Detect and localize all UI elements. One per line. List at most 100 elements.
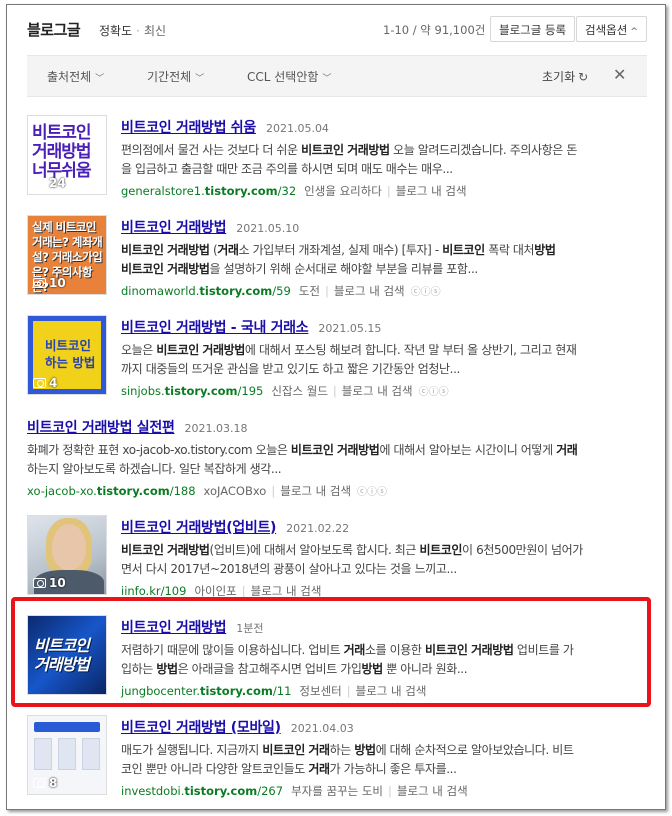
- result-item: 실제 비트코인 거래는? 계좌개설? 거래소가입은? 주의사항은? 10 비트코…: [27, 215, 649, 303]
- result-thumbnail[interactable]: 실제 비트코인 거래는? 계좌개설? 거래소가입은? 주의사항은? 10: [27, 215, 107, 295]
- image-count-badge: 10: [33, 576, 66, 590]
- ccl-license-icon: ⓒⓘⓢ: [410, 287, 441, 298]
- result-meta: generalstore1.tistory.com/32 인생을 요리하다 | 블로그…: [121, 184, 467, 198]
- ccl-license-icon: ⓒⓘⓢ: [357, 487, 388, 498]
- chevron-down-icon: ﹀: [195, 74, 205, 84]
- result-url[interactable]: sinjobs.tistory.com/195: [121, 384, 263, 398]
- result-meta: investdobi.tistory.com/267 부자를 꿈꾸는 도비 | 블로그…: [121, 784, 468, 798]
- sort-options: 정확도 · 최신: [99, 22, 166, 39]
- desc-line: 코인 뿐만 아니라 다양한 알트코인들도 거래가 가능하니 좋은 투자를...: [121, 762, 457, 776]
- result-thumbnail[interactable]: 10: [27, 515, 107, 595]
- filter-ccl-label: CCL 선택안함: [247, 70, 319, 84]
- filter-source[interactable]: 출처전체 ﹀: [47, 68, 104, 85]
- reset-label: 초기화: [542, 70, 576, 84]
- result-thumbnail[interactable]: 비트코인 하는 방법 4: [27, 315, 107, 395]
- result-description: 매도가 실행됩니다. 지금까지 비트코인 거래하는 방법에 대해 순차적으로 알…: [121, 741, 645, 779]
- result-url[interactable]: xo-jacob-xo.tistory.com/188: [27, 484, 196, 498]
- result-description: 오늘은 비트코인 거래방법에 대해서 포스팅 해보려 합니다. 작년 말 부터 …: [121, 341, 645, 379]
- desc-line: 비트코인 거래방법을 설명하기 위해 순서대로 해야할 부분을 리뷰를 포함..…: [121, 262, 478, 276]
- filter-period-label: 기간전체: [147, 70, 192, 84]
- image-count: 4: [49, 376, 58, 390]
- thumbnail-app-card: [82, 738, 100, 770]
- result-author[interactable]: 아이인포: [194, 584, 236, 598]
- thumbnail-app-card: [34, 738, 52, 770]
- result-title[interactable]: 비트코인 거래방법: [121, 220, 227, 236]
- result-title[interactable]: 비트코인 거래방법 (모바일): [121, 720, 281, 736]
- filter-period[interactable]: 기간전체 ﹀: [147, 68, 204, 85]
- camera-icon: [33, 778, 46, 788]
- desc-line: 면서 다시 2017년~2018년의 광풍이 살아나고 있다는 것을 느끼고..…: [121, 562, 457, 576]
- image-count: 8: [49, 776, 58, 790]
- person-face: [52, 524, 86, 570]
- result-item: 10 비트코인 거래방법(업비트) 2021.02.22 비트코인 거래방법(업비…: [27, 515, 649, 603]
- reset-button[interactable]: 초기화 ↻: [542, 68, 588, 85]
- result-title[interactable]: 비트코인 거래방법 쉬움: [121, 120, 256, 136]
- desc-line: 까지 대중들의 뜨거운 관심을 받고 있기도 하고 짧은 기간동안 엄청난...: [121, 362, 460, 376]
- result-url[interactable]: iinfo.kr/109: [121, 584, 186, 598]
- in-blog-search-link[interactable]: 블로그 내 검색: [251, 584, 322, 598]
- camera-icon: [33, 278, 46, 288]
- in-blog-search-link[interactable]: 블로그 내 검색: [397, 784, 468, 798]
- result-author[interactable]: 인생을 요리하다: [304, 184, 382, 198]
- camera-icon: [33, 378, 46, 388]
- result-thumbnail[interactable]: 비트코인 거래방법 너무쉬움 24: [27, 115, 107, 195]
- desc-line: 비트코인 거래방법(업비트)에 대해서 알아보도록 합시다. 최근 비트코인이 …: [121, 543, 583, 557]
- result-date: 2021.03.18: [184, 422, 248, 435]
- section-title: 블로그글: [27, 21, 81, 39]
- thumbnail-app-bar: [34, 722, 100, 732]
- in-blog-search-link[interactable]: 블로그 내 검색: [280, 484, 351, 498]
- desc-line: 화폐가 정확한 표현 xo-jacob-xo.tistory.com 오늘은 비…: [27, 443, 578, 457]
- desc-line: 편의점에서 물건 사는 것보다 더 쉬운 비트코인 거래방법 오늘 알려드리겠습…: [121, 143, 577, 157]
- result-meta: xo-jacob-xo.tistory.com/188 xoJACOBxo | 블로그…: [27, 484, 388, 498]
- camera-icon: [33, 178, 46, 188]
- in-blog-search-link[interactable]: 블로그 내 검색: [334, 284, 405, 298]
- desc-line: 을 입금하고 출금할 때만 조금 주의를 하시면 되며 매도 매수는 매우...: [121, 162, 453, 176]
- caret-up-icon: ^: [630, 27, 638, 37]
- register-blog-button[interactable]: 블로그글 등록: [490, 16, 576, 42]
- chevron-down-icon: ﹀: [95, 74, 105, 84]
- result-thumbnail[interactable]: 8: [27, 715, 107, 795]
- in-blog-search-link[interactable]: 블로그 내 검색: [342, 384, 413, 398]
- result-title[interactable]: 비트코인 거래방법 실전편: [27, 420, 175, 436]
- close-icon[interactable]: ✕: [613, 65, 626, 84]
- result-item: 8 비트코인 거래방법 (모바일) 2021.04.03 매도가 실행됩니다. 지…: [27, 715, 649, 803]
- thumbnail-caption: 비트코인 하는 방법: [45, 338, 96, 370]
- desc-line: 비트코인 거래방법 (거래소 가입부터 개좌계설, 실제 매수) [투자] - …: [121, 243, 556, 257]
- result-count: 1-10 / 약 91,100건: [383, 23, 486, 37]
- result-author[interactable]: 부자를 꿈꾸는 도비: [291, 784, 383, 798]
- result-item: 비트코인 하는 방법 4 비트코인 거래방법 - 국내 거래소 2021.05.1…: [27, 315, 649, 403]
- result-date: 2021.05.04: [265, 122, 329, 135]
- sort-recent[interactable]: 최신: [144, 24, 166, 38]
- highlight-box: [11, 597, 651, 707]
- result-title[interactable]: 비트코인 거래방법 - 국내 거래소: [121, 320, 309, 336]
- image-count: 10: [49, 276, 66, 290]
- result-date: 2021.02.22: [286, 522, 350, 535]
- filter-ccl[interactable]: CCL 선택안함 ﹀: [247, 68, 331, 85]
- result-author[interactable]: 도전: [299, 284, 320, 298]
- image-count-badge: 8: [33, 776, 57, 790]
- result-url[interactable]: generalstore1.tistory.com/32: [121, 184, 296, 198]
- image-count-badge: 10: [33, 276, 66, 290]
- result-date: 2021.05.15: [318, 322, 382, 335]
- image-count: 10: [49, 576, 66, 590]
- result-url[interactable]: investdobi.tistory.com/267: [121, 784, 283, 798]
- result-date: 2021.05.10: [236, 222, 300, 235]
- search-options-label: 검색옵션: [585, 23, 628, 37]
- result-title[interactable]: 비트코인 거래방법(업비트): [121, 520, 276, 536]
- result-meta: sinjobs.tistory.com/195 신잡스 월드 | 블로그 내 검색 ⓒⓘ…: [121, 384, 449, 398]
- filter-bar: 출처전체 ﹀ 기간전체 ﹀ CCL 선택안함 ﹀ 초기화 ↻ ✕: [27, 55, 647, 97]
- image-count: 24: [49, 176, 66, 190]
- desc-line: 하는지 알아보도록 하겠습니다. 일단 복잡하게 생각...: [27, 462, 282, 476]
- sort-separator: ·: [136, 24, 140, 38]
- desc-line: 오늘은 비트코인 거래방법에 대해서 포스팅 해보려 합니다. 작년 말 부터 …: [121, 343, 577, 357]
- refresh-icon: ↻: [578, 70, 589, 84]
- result-author[interactable]: 신잡스 월드: [271, 384, 328, 398]
- result-url[interactable]: dinomaworld.tistory.com/59: [121, 284, 291, 298]
- sort-accuracy[interactable]: 정확도: [99, 24, 132, 38]
- in-blog-search-link[interactable]: 블로그 내 검색: [396, 184, 467, 198]
- search-options-button[interactable]: 검색옵션 ^: [576, 16, 647, 42]
- result-item: 비트코인 거래방법 실전편 2021.03.18 화폐가 정확한 표현 xo-ja…: [27, 415, 649, 498]
- result-description: 화폐가 정확한 표현 xo-jacob-xo.tistory.com 오늘은 비…: [27, 441, 647, 479]
- result-author[interactable]: xoJACOBxo: [204, 484, 267, 498]
- result-meta: dinomaworld.tistory.com/59 도전 | 블로그 내 검색 ⓒⓘⓢ: [121, 284, 441, 298]
